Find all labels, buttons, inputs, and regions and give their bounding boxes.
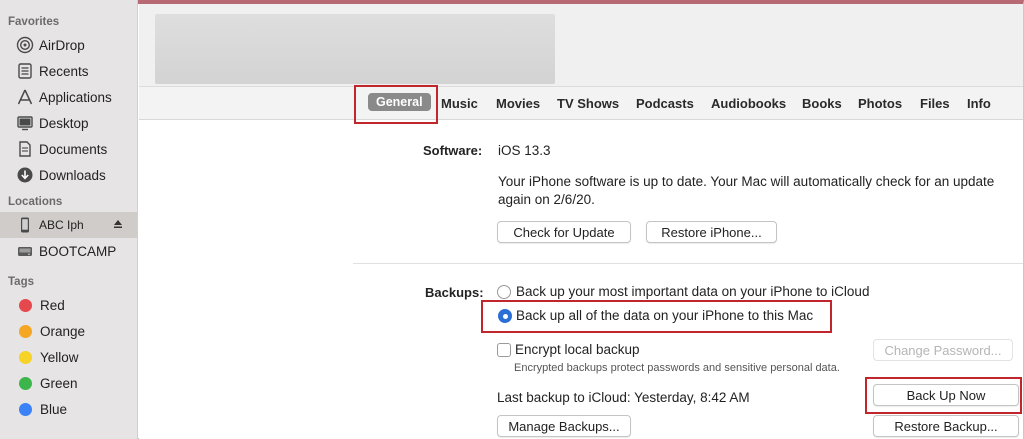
finder-sidebar: Favorites AirDrop Recents Applications D…: [0, 0, 138, 439]
tab-info[interactable]: Info: [967, 96, 991, 111]
tab-bar: General Music Movies TV Shows Podcasts A…: [139, 86, 1023, 120]
locations-heading: Locations: [8, 196, 63, 208]
downloads-icon: [16, 166, 34, 184]
sidebar-tag-green[interactable]: Green: [0, 370, 137, 396]
device-header: [139, 4, 1023, 86]
restore-backup-button[interactable]: Restore Backup...: [873, 415, 1019, 437]
yellow-tag-dot-icon: [19, 350, 32, 364]
software-label: Software:: [423, 143, 483, 158]
backup-mac-highlight: [481, 300, 832, 333]
sidebar-item-label: Documents: [39, 141, 108, 157]
sidebar-item-abc-iph[interactable]: ABC Iph: [0, 212, 137, 238]
sidebar-item-label: Downloads: [39, 167, 106, 183]
general-tab-highlight: [354, 85, 438, 124]
sidebar-item-label: Recents: [39, 63, 89, 79]
sidebar-item-downloads[interactable]: Downloads: [0, 162, 137, 188]
sidebar-item-label: Red: [40, 297, 65, 313]
tab-photos[interactable]: Photos: [858, 96, 902, 111]
tab-music[interactable]: Music: [441, 96, 478, 111]
airdrop-icon: [16, 36, 34, 54]
favorites-heading: Favorites: [8, 16, 60, 28]
back-up-now-highlight: [865, 377, 1022, 414]
documents-icon: [16, 140, 34, 158]
sidebar-tag-blue[interactable]: Blue: [0, 396, 137, 422]
blue-tag-dot-icon: [19, 402, 32, 416]
red-tag-dot-icon: [19, 298, 32, 312]
tab-books[interactable]: Books: [802, 96, 842, 111]
device-pane: General Music Movies TV Shows Podcasts A…: [139, 4, 1023, 439]
backup-icloud-option-label: Back up your most important data on your…: [516, 284, 870, 299]
tab-files[interactable]: Files: [920, 96, 950, 111]
sidebar-item-bootcamp[interactable]: BOOTCAMP: [0, 238, 137, 264]
sidebar-item-label: Applications: [39, 89, 112, 105]
eject-icon[interactable]: [113, 219, 123, 232]
software-status-line1: Your iPhone software is up to date. Your…: [498, 174, 995, 189]
sidebar-item-label: Orange: [40, 323, 86, 339]
sidebar-item-recents[interactable]: Recents: [0, 58, 137, 84]
backups-label: Backups:: [425, 285, 484, 300]
tab-tv-shows[interactable]: TV Shows: [557, 96, 619, 111]
sidebar-tag-orange[interactable]: Orange: [0, 318, 137, 344]
device-info-blurred: [155, 14, 555, 84]
sidebar-item-label: Green: [40, 375, 78, 391]
sidebar-item-label: ABC Iph: [39, 218, 84, 232]
software-version: iOS 13.3: [498, 143, 551, 158]
section-divider: [353, 263, 1023, 264]
sidebar-item-desktop[interactable]: Desktop: [0, 110, 137, 136]
desktop-icon: [16, 114, 34, 132]
sidebar-item-label: BOOTCAMP: [39, 243, 117, 259]
backup-icloud-radio[interactable]: [497, 285, 511, 299]
sidebar-item-label: AirDrop: [39, 37, 85, 53]
change-password-button[interactable]: Change Password...: [873, 339, 1013, 361]
encrypt-backup-label: Encrypt local backup: [515, 342, 640, 357]
sidebar-item-applications[interactable]: Applications: [0, 84, 137, 110]
last-backup-status: Last backup to iCloud: Yesterday, 8:42 A…: [497, 390, 750, 405]
sidebar-tag-red[interactable]: Red: [0, 292, 137, 318]
sidebar-item-label: Blue: [40, 401, 68, 417]
tab-movies[interactable]: Movies: [496, 96, 540, 111]
check-for-update-button[interactable]: Check for Update: [497, 221, 631, 243]
sidebar-item-documents[interactable]: Documents: [0, 136, 137, 162]
sidebar-item-label: Desktop: [39, 115, 89, 131]
recents-icon: [16, 62, 34, 80]
drive-icon: [16, 242, 34, 260]
manage-backups-button[interactable]: Manage Backups...: [497, 415, 631, 437]
applications-icon: [16, 88, 34, 106]
encrypt-backup-note: Encrypted backups protect passwords and …: [514, 362, 840, 374]
iphone-icon: [16, 216, 34, 234]
green-tag-dot-icon: [19, 376, 32, 390]
tab-podcasts[interactable]: Podcasts: [636, 96, 694, 111]
tags-heading: Tags: [8, 276, 34, 288]
restore-iphone-button[interactable]: Restore iPhone...: [646, 221, 777, 243]
encrypt-backup-checkbox[interactable]: [497, 343, 511, 357]
software-status-line2: again on 2/6/20.: [498, 192, 595, 207]
tab-audiobooks[interactable]: Audiobooks: [711, 96, 786, 111]
sidebar-item-airdrop[interactable]: AirDrop: [0, 32, 137, 58]
orange-tag-dot-icon: [19, 324, 32, 338]
sidebar-tag-yellow[interactable]: Yellow: [0, 344, 137, 370]
sidebar-item-label: Yellow: [40, 349, 79, 365]
